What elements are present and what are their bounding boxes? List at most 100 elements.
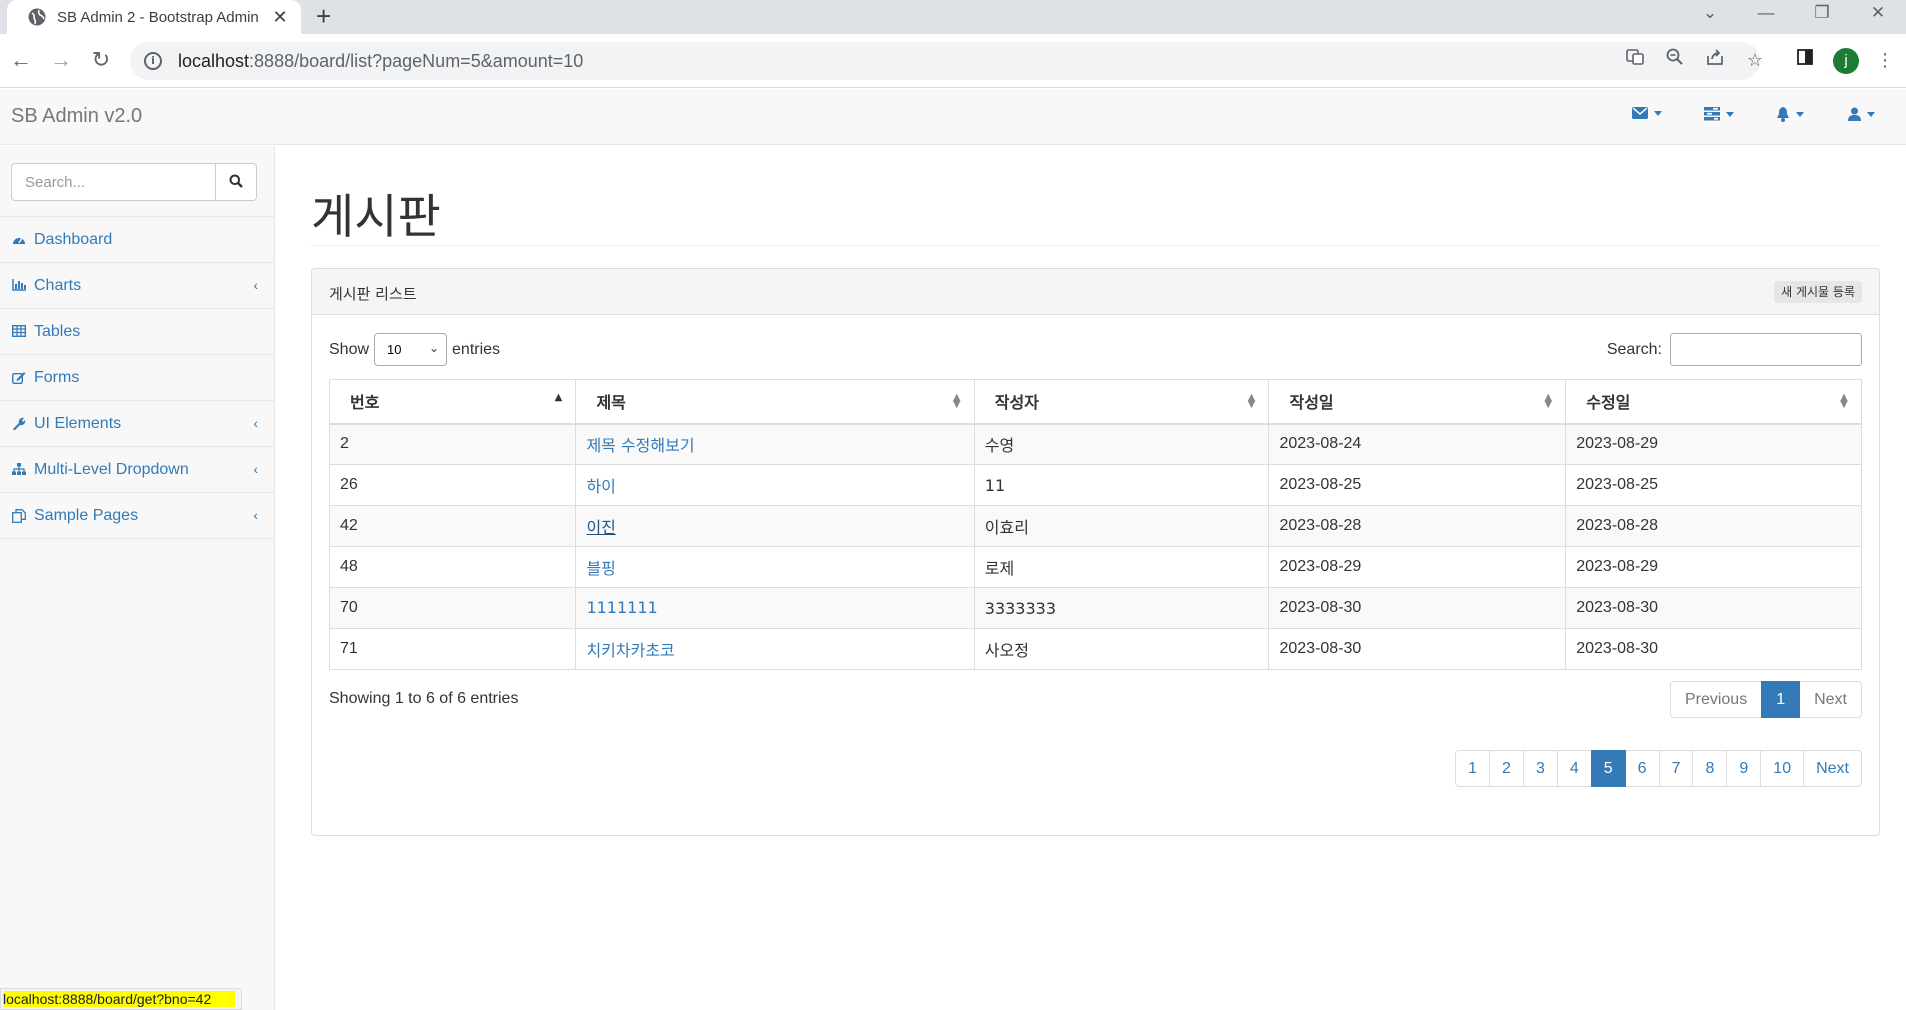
side-panel-icon[interactable] [1792, 47, 1818, 73]
tab-search-icon[interactable]: ⌄ [1682, 0, 1738, 26]
sidebar-item-sample-pages[interactable]: Sample Pages ‹ [0, 493, 274, 539]
cell-writer: 사오정 [973, 628, 1270, 670]
cell-regdate: 2023-08-28 [1268, 505, 1567, 547]
column-header-writer[interactable]: 작성자 ▲ ▼ [973, 379, 1270, 425]
cell-regdate: 2023-08-29 [1268, 546, 1567, 588]
table-info: Showing 1 to 6 of 6 entries [329, 690, 519, 707]
forward-icon[interactable]: → [48, 47, 74, 73]
sidebar-item-label: Dashboard [34, 230, 113, 248]
page-title: 게시판 [311, 190, 441, 245]
sidebar-item-forms[interactable]: Forms [0, 355, 274, 401]
column-header-updatedate[interactable]: 수정일 ▲ ▼ [1565, 379, 1862, 425]
table-search: Search: [1607, 333, 1862, 366]
entries-length-select[interactable]: 10 [374, 333, 448, 366]
sidebar-item-charts[interactable]: Charts ‹ [0, 263, 274, 309]
cell-updatedate: 2023-08-30 [1565, 587, 1862, 629]
page-link-active[interactable]: 5 [1590, 750, 1626, 787]
chevron-left-icon: ‹ [253, 277, 258, 293]
user-dropdown[interactable] [1848, 107, 1875, 121]
column-header-bno[interactable]: 번호 ▲ [328, 379, 577, 425]
new-tab-icon[interactable]: + [316, 2, 331, 30]
page-link[interactable]: 10 [1760, 750, 1805, 787]
minimize-icon[interactable]: — [1738, 0, 1794, 26]
sidebar-search-input[interactable] [11, 163, 216, 201]
post-title-link[interactable]: 제목 수정해보기 [586, 436, 694, 455]
sidebar-item-label: Tables [34, 322, 81, 340]
sidebar-item-multi-level-dropdown[interactable]: Multi-Level Dropdown ‹ [0, 447, 274, 493]
alerts-dropdown[interactable] [1776, 107, 1804, 122]
post-title-link[interactable]: 이진 [586, 518, 615, 537]
page-link[interactable]: 8 [1692, 750, 1728, 787]
tasks-dropdown[interactable] [1704, 107, 1734, 121]
sidebar-item-label: Forms [34, 368, 80, 386]
site-info-icon[interactable]: i [144, 52, 162, 70]
bookmark-star-icon[interactable]: ☆ [1742, 47, 1768, 73]
address-bar[interactable]: i localhost:8888/board/list?pageNum=5&am… [130, 42, 1760, 80]
cell-regdate: 2023-08-24 [1268, 423, 1567, 465]
chevron-left-icon: ‹ [253, 507, 258, 523]
next-page-button[interactable]: Next [1799, 681, 1862, 718]
table-icon [11, 324, 27, 339]
sidebar-item-ui-elements[interactable]: UI Elements ‹ [0, 401, 274, 447]
sidebar-search-button[interactable] [216, 163, 257, 201]
table-search-input[interactable] [1670, 333, 1862, 366]
page-link[interactable]: 6 [1624, 750, 1660, 787]
cell-title: 블핑 [575, 546, 975, 588]
window-close-icon[interactable]: ✕ [1850, 0, 1906, 26]
previous-page-button[interactable]: Previous [1669, 681, 1763, 718]
translate-icon[interactable] [1622, 47, 1648, 73]
page-link[interactable]: 3 [1522, 750, 1558, 787]
messages-dropdown[interactable] [1632, 107, 1662, 119]
entries-length-control: Show 10 ⌄ entries [329, 333, 500, 366]
top-navbar: SB Admin v2.0 [0, 89, 1906, 145]
files-icon [12, 508, 26, 523]
browser-toolbar: ← → ↻ i localhost:8888/board/list?pageNu… [0, 34, 1906, 88]
sidebar-item-dashboard[interactable]: Dashboard [0, 217, 274, 263]
post-title-link[interactable]: 1111111 [586, 598, 657, 617]
browser-menu-icon[interactable]: ⋮ [1872, 47, 1898, 73]
cell-title: 치키차카초코 [575, 628, 975, 670]
table-row: 71 치키차카초코 사오정 2023-08-30 2023-08-30 [328, 628, 1862, 670]
sidebar-item-label: Multi-Level Dropdown [34, 460, 189, 478]
search-icon [229, 174, 243, 188]
board-table: 번호 ▲ 제목 ▲ ▼ 작성자 ▲ ▼ 작성일 ▲ ▼ 수정일 ▲ ▼ 2 제목 수정해보기 수영… [328, 379, 1862, 670]
show-label: Show [329, 340, 370, 358]
brand-name[interactable]: SB Admin v2.0 [11, 105, 142, 128]
table-search-label: Search: [1606, 340, 1662, 358]
sidebar-item-tables[interactable]: Tables [0, 309, 274, 355]
page-button[interactable]: 1 [1761, 681, 1801, 718]
register-post-button[interactable]: 새 게시물 등록 [1774, 281, 1862, 303]
restore-icon[interactable]: ❐ [1794, 0, 1850, 26]
share-icon[interactable] [1702, 47, 1728, 73]
page-link[interactable]: 7 [1658, 750, 1694, 787]
post-title-link[interactable]: 블핑 [586, 559, 615, 578]
cell-updatedate: 2023-08-30 [1565, 628, 1862, 670]
column-header-regdate[interactable]: 작성일 ▲ ▼ [1268, 379, 1567, 425]
reload-icon[interactable]: ↻ [88, 47, 114, 73]
cell-title: 제목 수정해보기 [575, 423, 975, 465]
table-row: 42 이진 이효리 2023-08-28 2023-08-28 [328, 505, 1862, 547]
cell-writer: 로제 [973, 546, 1270, 588]
profile-avatar[interactable]: j [1833, 48, 1859, 74]
sidebar: Dashboard Charts ‹ Tables Forms UI Eleme… [0, 146, 275, 1010]
post-title-link[interactable]: 하이 [586, 477, 615, 496]
cell-title: 이진 [575, 505, 975, 547]
page-link[interactable]: 1 [1455, 750, 1491, 787]
sort-both-icon: ▲ ▼ [1544, 392, 1553, 410]
zoom-icon[interactable] [1662, 47, 1688, 73]
tab-close-icon[interactable]: ✕ [271, 7, 289, 28]
post-title-link[interactable]: 치키차카초코 [586, 641, 674, 660]
column-header-title[interactable]: 제목 ▲ ▼ [575, 379, 975, 425]
next-page-link[interactable]: Next [1803, 750, 1862, 787]
entries-label: entries [452, 340, 501, 358]
page-link[interactable]: 9 [1726, 750, 1762, 787]
page-link[interactable]: 4 [1556, 750, 1592, 787]
browser-tab[interactable]: SB Admin 2 - Bootstrap Admin ✕ [7, 0, 301, 34]
sidebar-item-label: Charts [34, 276, 82, 294]
cell-updatedate: 2023-08-29 [1565, 423, 1862, 465]
bell-icon [1777, 107, 1789, 122]
page-link[interactable]: 2 [1489, 750, 1524, 787]
back-icon[interactable]: ← [8, 47, 34, 73]
cell-regdate: 2023-08-25 [1268, 464, 1567, 506]
sidebar-item-label: Sample Pages [34, 506, 139, 524]
